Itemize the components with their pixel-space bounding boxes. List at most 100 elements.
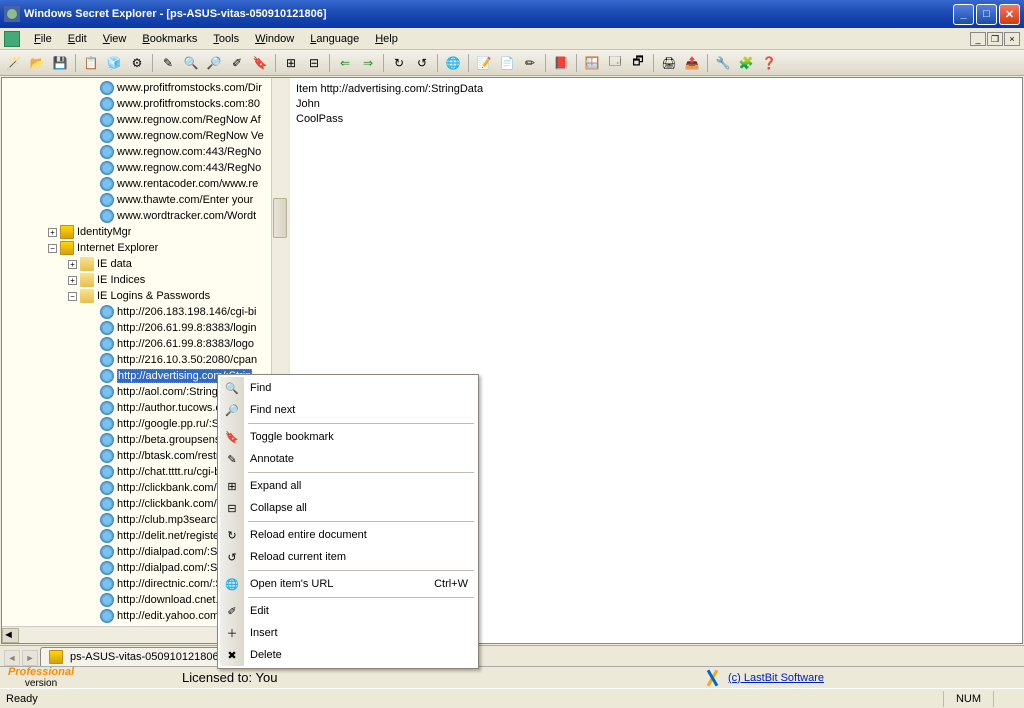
ctx-icon: 🔖 [224, 429, 240, 445]
open-icon[interactable]: 📂 [27, 53, 47, 73]
tree-item[interactable]: www.regnow.com:443/RegNo [2, 160, 288, 176]
tree-item[interactable]: www.thawte.com/Enter your [2, 192, 288, 208]
menu-edit[interactable]: Edit [60, 31, 95, 47]
maximize-button[interactable]: □ [976, 4, 997, 25]
copy-icon[interactable]: 📋 [81, 53, 101, 73]
close-button[interactable]: ✕ [999, 4, 1020, 25]
help-icon[interactable]: ❓ [759, 53, 779, 73]
misc1-icon[interactable]: 🔧 [713, 53, 733, 73]
win1-icon[interactable]: 🪟 [582, 53, 602, 73]
expand-icon[interactable]: ⊞ [281, 53, 301, 73]
tree-item[interactable]: www.profitfromstocks.com/Dir [2, 80, 288, 96]
menu-separator [248, 472, 474, 473]
menu-language[interactable]: Language [302, 31, 367, 47]
back-icon[interactable]: ⇐ [335, 53, 355, 73]
find-next-icon[interactable]: 🔎 [204, 53, 224, 73]
ctx-find[interactable]: 🔍Find [220, 377, 476, 399]
tree-item[interactable]: http://206.61.99.8:8383/logo [2, 336, 288, 352]
globe-icon [100, 529, 114, 543]
forward-icon[interactable]: ⇒ [358, 53, 378, 73]
tool1-icon[interactable]: 📝 [474, 53, 494, 73]
window-title: Windows Secret Explorer - [ps-ASUS-vitas… [24, 8, 953, 20]
edit-icon[interactable]: ✎ [158, 53, 178, 73]
license-text: Licensed to: You [182, 670, 277, 685]
save-icon[interactable]: 💾 [50, 53, 70, 73]
tree-item[interactable]: www.regnow.com/RegNow Af [2, 112, 288, 128]
tree-item[interactable]: +IE data [2, 256, 288, 272]
globe-icon [100, 321, 114, 335]
export-icon[interactable]: 📤 [682, 53, 702, 73]
tool3-icon[interactable]: ✏ [520, 53, 540, 73]
mdi-close-button[interactable]: × [1004, 32, 1020, 46]
ctx-reload-entire-document[interactable]: ↻Reload entire document [220, 524, 476, 546]
minimize-button[interactable]: _ [953, 4, 974, 25]
folder-icon [80, 257, 94, 271]
annotate-icon[interactable]: ✐ [227, 53, 247, 73]
status-num: NUM [943, 691, 993, 707]
ctx-icon: 🔍 [224, 380, 240, 396]
expander-icon[interactable]: − [48, 244, 57, 253]
vendor-link[interactable]: (c) LastBit Software [704, 669, 824, 687]
ctx-edit[interactable]: ✐Edit [220, 600, 476, 622]
tree-item[interactable]: www.profitfromstocks.com:80 [2, 96, 288, 112]
content-line3: CoolPass [296, 113, 343, 125]
tree-item[interactable]: http://206.183.198.146/cgi-bi [2, 304, 288, 320]
menu-view[interactable]: View [95, 31, 135, 47]
tree-item[interactable]: +IdentityMgr [2, 224, 288, 240]
misc2-icon[interactable]: 🧩 [736, 53, 756, 73]
menu-file[interactable]: File [26, 31, 60, 47]
print-icon[interactable]: 🖨 [659, 53, 679, 73]
ctx-icon: ＋ [224, 625, 240, 641]
ctx-icon: 🌐 [224, 576, 240, 592]
globe-icon [100, 81, 114, 95]
bookmark-icon[interactable]: 🔖 [250, 53, 270, 73]
tree-item[interactable]: +IE Indices [2, 272, 288, 288]
menu-tools[interactable]: Tools [205, 31, 247, 47]
tree-item[interactable]: http://216.10.3.50:2080/cpan [2, 352, 288, 368]
find-icon[interactable]: 🔍 [181, 53, 201, 73]
reload-doc-icon[interactable]: ↻ [389, 53, 409, 73]
ctx-collapse-all[interactable]: ⊟Collapse all [220, 497, 476, 519]
globe-icon [100, 97, 114, 111]
menu-window[interactable]: Window [247, 31, 302, 47]
ctx-open-item-s-url[interactable]: 🌐Open item's URLCtrl+W [220, 573, 476, 595]
app-icon [4, 6, 20, 22]
expander-icon[interactable]: + [48, 228, 57, 237]
wizard-icon[interactable]: 🪄 [4, 53, 24, 73]
expander-icon[interactable]: + [68, 260, 77, 269]
cube-icon[interactable]: 🧊 [104, 53, 124, 73]
ctx-find-next[interactable]: 🔎Find next [220, 399, 476, 421]
collapse-icon[interactable]: ⊟ [304, 53, 324, 73]
tool2-icon[interactable]: 📄 [497, 53, 517, 73]
menu-bookmarks[interactable]: Bookmarks [134, 31, 205, 47]
win2-icon[interactable]: 🗔 [605, 53, 625, 73]
ctx-expand-all[interactable]: ⊞Expand all [220, 475, 476, 497]
ctx-reload-current-item[interactable]: ↺Reload current item [220, 546, 476, 568]
reload-item-icon[interactable]: ↺ [412, 53, 432, 73]
book-icon[interactable]: 📕 [551, 53, 571, 73]
globe-icon[interactable]: 🌐 [443, 53, 463, 73]
expander-icon[interactable]: − [68, 292, 77, 301]
gear-icon[interactable]: ⚙ [127, 53, 147, 73]
tree-item[interactable]: www.regnow.com:443/RegNo [2, 144, 288, 160]
globe-icon [100, 161, 114, 175]
ctx-toggle-bookmark[interactable]: 🔖Toggle bookmark [220, 426, 476, 448]
ctx-insert[interactable]: ＋Insert [220, 622, 476, 644]
ctx-delete[interactable]: ✖Delete [220, 644, 476, 666]
globe-icon [100, 129, 114, 143]
mdi-restore-button[interactable]: ❐ [987, 32, 1003, 46]
win3-icon[interactable]: 🗗 [628, 53, 648, 73]
tree-item[interactable]: http://206.61.99.8:8383/login [2, 320, 288, 336]
tree-item[interactable]: −Internet Explorer [2, 240, 288, 256]
mdi-minimize-button[interactable]: _ [970, 32, 986, 46]
ctx-annotate[interactable]: ✎Annotate [220, 448, 476, 470]
menu-help[interactable]: Help [367, 31, 406, 47]
tree-item[interactable]: www.regnow.com/RegNow Ve [2, 128, 288, 144]
tree-item[interactable]: www.wordtracker.com/Wordt [2, 208, 288, 224]
tree-item[interactable]: www.rentacoder.com/www.re [2, 176, 288, 192]
tree-item[interactable]: −IE Logins & Passwords [2, 288, 288, 304]
vendor-link-text[interactable]: (c) LastBit Software [728, 672, 824, 684]
ctx-icon: 🔎 [224, 402, 240, 418]
menu-separator [248, 423, 474, 424]
expander-icon[interactable]: + [68, 276, 77, 285]
